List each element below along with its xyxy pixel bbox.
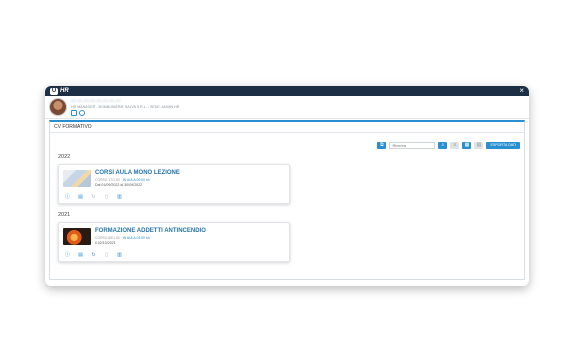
- course-mode: IN AULA 00:00 hh: [122, 178, 150, 182]
- avatar: [49, 98, 67, 116]
- delete-icon[interactable]: ▥: [117, 253, 122, 258]
- profile-actions: [71, 110, 179, 116]
- search-icon[interactable]: ⌕: [438, 142, 448, 149]
- course-mode: IN AULA 04:00 hh: [122, 236, 150, 240]
- filter-icon[interactable]: ⧉: [377, 142, 387, 149]
- info-icon[interactable]: ⓘ: [65, 253, 70, 258]
- course-actions: ⓘ ▤ ↻ ▯ ▥: [65, 253, 122, 258]
- course-title[interactable]: CORSI AULA MONO LEZIONE: [95, 170, 180, 176]
- print-icon[interactable]: ▤: [474, 142, 484, 149]
- profile-name: — — — — — — — —: [71, 98, 121, 104]
- course-actions: ⓘ ▤ ↻ ▯ ▥: [65, 195, 122, 200]
- profile-info: — — — — — — — — HR MANAGER - BOMBONIERIE…: [71, 98, 179, 116]
- course-thumbnail: [63, 170, 91, 187]
- toolbar: ⧉ ⌕ ≡ ▦ ▤ ESPORTA DATI: [377, 142, 520, 149]
- profile-header: — — — — — — — — HR MANAGER - BOMBONIERIE…: [45, 96, 529, 119]
- info-icon[interactable]: [79, 110, 85, 116]
- course-subtitle: CORSO 17/1.00 · IN AULA 00:00 hh: [95, 178, 150, 182]
- attachment-icon[interactable]: ▯: [104, 253, 109, 258]
- refresh-icon[interactable]: ↻: [91, 253, 96, 258]
- info-icon[interactable]: ⓘ: [65, 195, 70, 200]
- close-icon[interactable]: ×: [519, 86, 524, 96]
- delete-icon[interactable]: ▥: [117, 195, 122, 200]
- export-button[interactable]: ESPORTA DATI: [486, 142, 520, 149]
- logo-mark: U: [50, 87, 58, 95]
- profile-meta: HR MANAGER - BOMBONIERIE SALVA S.R.L. - …: [71, 105, 180, 109]
- logo-text: HR: [60, 88, 69, 94]
- titlebar: U HR ×: [45, 86, 529, 96]
- course-card[interactable]: CORSI AULA MONO LEZIONE CORSO 17/1.00 · …: [58, 164, 290, 204]
- course-code: CORSO 17/1.00 ·: [95, 178, 123, 182]
- course-subtitle: CORSO 65/1.00 · IN AULA 04:00 hh: [95, 236, 150, 240]
- course-card[interactable]: FORMAZIONE ADDETTI ANTINCENDIO CORSO 65/…: [58, 222, 290, 262]
- document-icon[interactable]: ▤: [78, 195, 83, 200]
- course-code: CORSO 65/1.00 ·: [95, 236, 123, 240]
- course-date: Dal 01/09/2022 al 30/09/2022: [95, 182, 143, 187]
- mail-icon[interactable]: [71, 110, 77, 116]
- app-logo: U HR: [50, 87, 69, 95]
- year-heading: 2021: [58, 212, 71, 218]
- section-title: CV FORMATIVO: [50, 122, 524, 133]
- course-date: Il 02/10/2021: [95, 240, 116, 245]
- hr-window: U HR × — — — — — — — — HR MANAGER - BOMB…: [45, 86, 529, 286]
- list-view-icon[interactable]: ≡: [450, 142, 460, 149]
- cv-panel: CV FORMATIVO ⧉ ⌕ ≡ ▦ ▤ ESPORTA DATI 2022…: [49, 120, 525, 280]
- search-input[interactable]: [389, 142, 436, 149]
- refresh-icon[interactable]: ↻: [91, 195, 96, 200]
- course-thumbnail: [63, 228, 91, 245]
- grid-view-icon[interactable]: ▦: [462, 142, 472, 149]
- attachment-icon[interactable]: ▯: [104, 195, 109, 200]
- course-title[interactable]: FORMAZIONE ADDETTI ANTINCENDIO: [95, 228, 206, 234]
- document-icon[interactable]: ▤: [78, 253, 83, 258]
- year-heading: 2022: [58, 154, 71, 160]
